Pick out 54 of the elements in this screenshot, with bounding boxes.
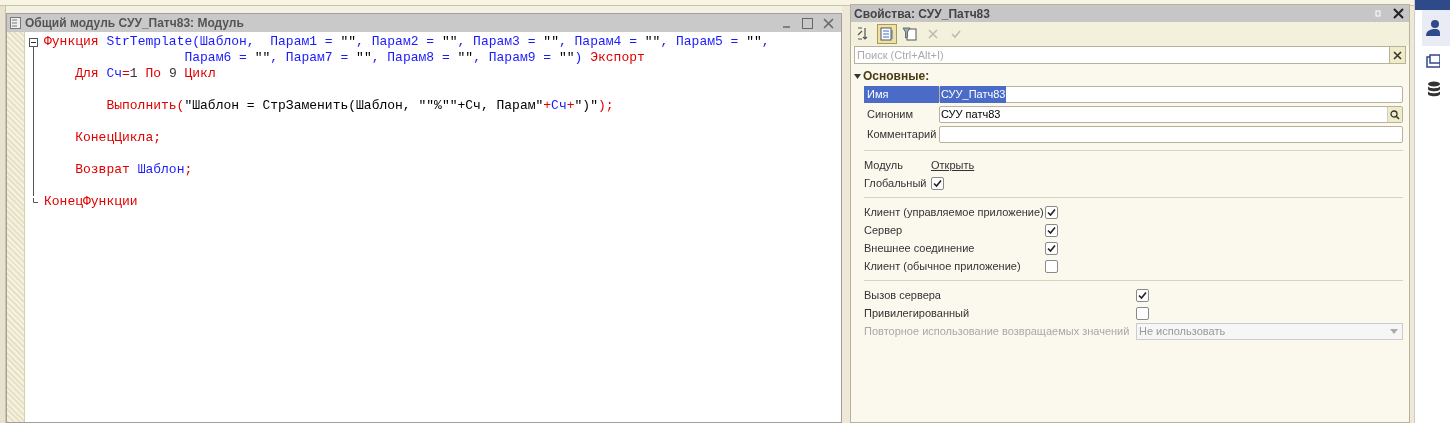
section-expand-icon[interactable] <box>854 72 861 80</box>
categories-button[interactable] <box>877 24 897 44</box>
checkbox[interactable] <box>1045 259 1058 273</box>
checkbox[interactable] <box>1045 205 1058 219</box>
property-label: Повторное использование возвращаемых значений <box>864 323 1131 339</box>
code-line: Парам6 = "", Парам7 = "", Парам8 = "", Парам9 = "") Экспорт <box>183 50 645 66</box>
collapse-icon[interactable] <box>29 37 38 47</box>
list-icon <box>879 26 895 42</box>
panel-title: Свойства: СУУ_Патч83 <box>854 5 990 23</box>
database-icon[interactable] <box>1426 81 1440 97</box>
synonym-field[interactable]: СУУ патч83 <box>939 106 1403 123</box>
header-bar <box>1415 0 1450 10</box>
text-field[interactable]: СУУ_Патч83 <box>939 86 1403 103</box>
checkbox[interactable] <box>1045 223 1058 237</box>
checkbox[interactable] <box>1136 288 1149 302</box>
user-icon[interactable] <box>1426 20 1440 36</box>
maximize-icon[interactable] <box>802 17 813 29</box>
code-line: Возврат Шаблон; <box>74 162 193 178</box>
close-icon[interactable] <box>1393 8 1404 19</box>
code-line: Выполнить("Шаблон = СтрЗаменить(Шаблон, ""%""+Сч, Парам"+Сч+")"); <box>105 98 614 114</box>
checkbox[interactable] <box>1045 241 1058 255</box>
window-title: Общий модуль СУУ_Патч83: Модуль <box>25 15 244 32</box>
dropdown-value: Не использовать <box>1138 323 1227 339</box>
clear-search-button[interactable] <box>1390 46 1406 64</box>
caret-icon <box>1390 328 1398 334</box>
field-label: Комментарий <box>866 127 938 142</box>
text-field[interactable] <box>939 126 1403 143</box>
filter-button[interactable] <box>900 24 920 44</box>
section-title[interactable]: Основные: <box>863 67 930 85</box>
field-label: Синоним <box>866 107 915 122</box>
property-label: Модуль <box>864 157 904 173</box>
search-field[interactable]: Поиск (Ctrl+Alt+I) <box>854 46 1390 64</box>
property-label: Привилегированный <box>864 305 971 321</box>
document-icon <box>10 17 21 29</box>
windows-icon[interactable] <box>1426 54 1440 68</box>
filter-icon <box>902 26 918 42</box>
code-line: КонецФункции <box>44 194 138 210</box>
close-icon <box>1393 50 1402 60</box>
code-line: Для Сч=1 По 9 Цикл <box>74 66 216 82</box>
checkbox[interactable] <box>931 176 944 190</box>
open-link[interactable]: Открыть <box>931 156 975 174</box>
property-label: Вызов сервера <box>864 287 942 303</box>
code-line: Функция StrTemplate(Шаблон, Парам1 = "", Парам2 = "", Парам3 = "", Парам4 = "", Парам5 = "", <box>44 34 770 50</box>
property-label: Глобальный <box>864 175 928 191</box>
field-label: Имя <box>864 86 939 103</box>
property-label: Клиент (управляемое приложение) <box>864 204 1045 220</box>
field-value: СУУ_Патч83 <box>940 86 1007 103</box>
code-line: КонецЦикла; <box>74 130 162 146</box>
checkbox[interactable] <box>1136 306 1149 320</box>
property-label: Сервер <box>864 222 904 238</box>
field-value: СУУ патч83 <box>940 107 1002 123</box>
property-label: Клиент (обычное приложение) <box>864 258 1022 274</box>
property-label: Внешнее соединение <box>864 240 976 256</box>
search-icon[interactable] <box>1387 107 1402 122</box>
